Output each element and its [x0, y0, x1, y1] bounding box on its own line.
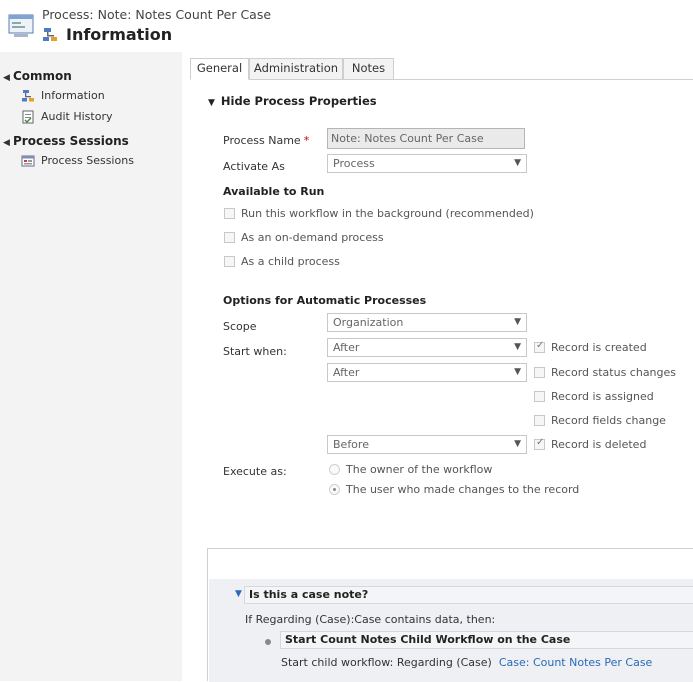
step-bullet-icon: [265, 639, 271, 645]
record-deleted-checkbox[interactable]: [534, 437, 545, 450]
chevron-down-icon: ▼: [514, 158, 521, 168]
sidebar-item-information[interactable]: Information: [21, 89, 161, 105]
process-icon: [43, 28, 57, 41]
process-name-field[interactable]: Note: Notes Count Per Case: [327, 128, 525, 149]
option-label: As an on-demand process: [241, 231, 384, 244]
trigger-label: Record fields change: [551, 414, 666, 427]
child-process-option[interactable]: As a child process: [224, 255, 524, 270]
sidebar-group-label: Common: [13, 69, 72, 83]
designer-canvas: ▼ Is this a case note? If Regarding (Cas…: [209, 579, 693, 682]
required-marker: *: [303, 134, 310, 147]
sidebar-item-label: Audit History: [41, 110, 113, 123]
execute-as-owner-radio[interactable]: [329, 464, 340, 475]
page-title: Information: [66, 25, 173, 44]
audit-history-icon: [22, 110, 34, 124]
tab-administration[interactable]: Administration: [249, 58, 343, 80]
tab-notes[interactable]: Notes: [343, 58, 394, 80]
sidebar-group-label: Process Sessions: [13, 134, 129, 148]
start-when-created-select[interactable]: After ▼: [327, 338, 527, 357]
execute-as-user-radio[interactable]: [329, 484, 340, 495]
child-process-checkbox[interactable]: [224, 256, 235, 267]
on-demand-process-option[interactable]: As an on-demand process: [224, 231, 524, 246]
activate-as-label: Activate As: [223, 160, 285, 173]
option-label: Run this workflow in the background (rec…: [241, 207, 534, 220]
chevron-down-icon: ▼: [514, 342, 521, 352]
available-to-run-heading: Available to Run: [223, 185, 325, 198]
trigger-label: Record is created: [551, 341, 647, 354]
start-when-value: After: [333, 366, 360, 379]
process-name-label: Process Name *: [223, 134, 309, 147]
option-label: The user who made changes to the record: [346, 483, 580, 496]
options-heading: Options for Automatic Processes: [223, 294, 427, 307]
sidebar-item-audit-history[interactable]: Audit History: [21, 110, 161, 126]
sidebar-item-process-sessions[interactable]: Process Sessions: [21, 154, 161, 170]
activate-as-value: Process: [333, 157, 375, 170]
record-assigned-option[interactable]: Record is assigned: [534, 390, 684, 405]
action-step-prefix: Start child workflow: Regarding (Case): [281, 656, 492, 669]
start-when-status-select[interactable]: After ▼: [327, 363, 527, 382]
execute-as-label: Execute as:: [223, 465, 287, 478]
chevron-down-icon: ▼: [514, 317, 521, 327]
execute-as-user-option[interactable]: The user who made changes to the record: [329, 483, 589, 498]
hide-process-properties-toggle[interactable]: ▼ Hide Process Properties: [208, 94, 377, 108]
sidebar: ◀ Common Information Audit History ◀ Proce…: [0, 52, 182, 681]
sidebar-item-label: Information: [41, 89, 105, 102]
trigger-label: Record is assigned: [551, 390, 654, 403]
record-created-option[interactable]: Record is created: [534, 340, 684, 356]
run-in-background-checkbox[interactable]: [224, 208, 235, 219]
on-demand-checkbox[interactable]: [224, 232, 235, 243]
run-in-background-option[interactable]: Run this workflow in the background (rec…: [224, 207, 534, 222]
trigger-label: Record is deleted: [551, 438, 647, 451]
start-when-label: Start when:: [223, 345, 287, 358]
start-when-value: Before: [333, 438, 369, 451]
scope-select[interactable]: Organization ▼: [327, 313, 527, 332]
action-step-title[interactable]: Start Count Notes Child Workflow on the …: [280, 631, 693, 649]
process-form-icon: [8, 14, 34, 37]
tab-general[interactable]: General: [190, 58, 249, 80]
expanded-triangle-icon[interactable]: ▼: [235, 589, 242, 599]
sidebar-group-common[interactable]: ◀ Common: [3, 69, 72, 83]
condition-step-title[interactable]: Is this a case note?: [244, 586, 693, 604]
process-icon: [22, 90, 34, 102]
record-created-checkbox[interactable]: [534, 340, 545, 353]
record-deleted-option[interactable]: Record is deleted: [534, 437, 684, 453]
section-toggle-label: Hide Process Properties: [220, 94, 377, 108]
chevron-down-icon: ▼: [514, 367, 521, 377]
record-status-changes-checkbox[interactable]: [534, 367, 545, 378]
process-name-label-text: Process Name: [223, 134, 301, 147]
process-steps-designer: ▼ Is this a case note? If Regarding (Cas…: [207, 548, 693, 682]
sidebar-item-label: Process Sessions: [41, 154, 134, 167]
record-fields-change-checkbox[interactable]: [534, 415, 545, 426]
start-when-deleted-select[interactable]: Before ▼: [327, 435, 527, 454]
general-tab-panel: ▼ Hide Process Properties Process Name * N…: [190, 80, 693, 682]
process-sessions-icon: [21, 155, 35, 167]
collapse-triangle-icon: ◀: [3, 138, 10, 148]
collapse-triangle-icon: ◀: [3, 73, 10, 83]
condition-step-description: If Regarding (Case):Case contains data, …: [245, 613, 496, 626]
record-assigned-checkbox[interactable]: [534, 391, 545, 402]
chevron-down-icon: ▼: [514, 439, 521, 449]
scope-value: Organization: [333, 316, 404, 329]
expanded-triangle-icon: ▼: [208, 98, 215, 108]
child-workflow-link[interactable]: Case: Count Notes Per Case: [499, 656, 653, 669]
execute-as-owner-option[interactable]: The owner of the workflow: [329, 463, 589, 478]
page-header: Process: Note: Notes Count Per Case Info…: [0, 0, 693, 52]
trigger-label: Record status changes: [551, 366, 677, 379]
record-status-changes-option[interactable]: Record status changes: [534, 366, 684, 381]
record-fields-change-option[interactable]: Record fields change: [534, 414, 684, 429]
record-type-label: Process: Note: Notes Count Per Case: [42, 7, 272, 22]
activate-as-select[interactable]: Process ▼: [327, 154, 527, 173]
start-when-value: After: [333, 341, 360, 354]
sidebar-group-process-sessions[interactable]: ◀ Process Sessions: [3, 134, 129, 148]
scope-label: Scope: [223, 320, 257, 333]
option-label: As a child process: [241, 255, 340, 268]
option-label: The owner of the workflow: [346, 463, 493, 476]
action-step-description: Start child workflow: Regarding (Case) C…: [281, 656, 652, 669]
